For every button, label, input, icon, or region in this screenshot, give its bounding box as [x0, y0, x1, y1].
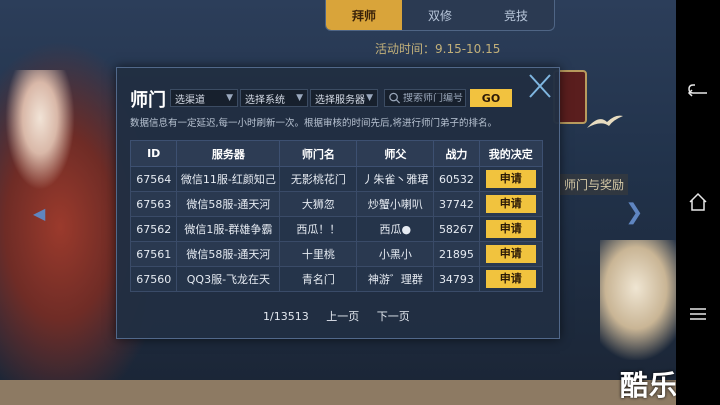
cell-sect-name: 青名门	[279, 266, 358, 292]
column-header-sect-name: 师门名	[279, 140, 358, 167]
sect-rewards-label[interactable]: 师门与奖励	[560, 174, 629, 195]
back-button[interactable]	[676, 70, 720, 110]
pagination: 1/13513 上一页 下一页	[263, 308, 424, 324]
sect-search-input[interactable]	[401, 92, 465, 104]
cell-sect-name: 大狮忽	[279, 191, 358, 217]
cell-id: 67561	[129, 241, 178, 267]
channel-select[interactable]: 选渠道 ▼	[170, 89, 238, 107]
cell-action: 申请	[478, 266, 544, 292]
server-select-value: 选择服务器	[315, 94, 365, 106]
column-header-master: 师父	[356, 140, 435, 167]
sect-table: ID 服务器 师门名 师父 战力 我的决定 67564 微信11服-红颜知己 无…	[129, 140, 544, 292]
back-icon	[687, 84, 707, 97]
table-header-row: ID 服务器 师门名 师父 战力 我的决定	[129, 140, 544, 167]
cell-server: 微信58服-通天河	[176, 191, 281, 217]
android-nav-bar	[676, 0, 720, 405]
cell-action: 申请	[478, 191, 544, 217]
column-header-power: 战力	[433, 140, 480, 167]
cell-sect-name: 十里桃	[279, 241, 358, 267]
cell-power: 60532	[433, 166, 480, 192]
cell-action: 申请	[478, 166, 544, 192]
cell-master: 炒蟹小喇叭	[356, 191, 435, 217]
cell-power: 58267	[433, 216, 480, 242]
cell-master: 西瓜●	[356, 216, 435, 242]
cell-power: 21895	[433, 241, 480, 267]
cell-id: 67560	[129, 266, 178, 292]
system-select[interactable]: 选择系统 ▼	[240, 89, 308, 107]
cell-action: 申请	[478, 216, 544, 242]
cell-master: 丿朱雀丶雅珺	[356, 166, 435, 192]
chevron-left-icon[interactable]: ◀	[33, 204, 45, 223]
go-button[interactable]: GO	[470, 89, 512, 107]
bottom-strip	[0, 380, 676, 405]
table-row: 67563 微信58服-通天河 大狮忽 炒蟹小喇叭 37742 申请	[129, 191, 544, 217]
cell-power: 37742	[433, 191, 480, 217]
apply-button[interactable]: 申请	[485, 170, 536, 188]
channel-select-value: 选渠道	[175, 94, 205, 106]
server-select[interactable]: 选择服务器 ▼	[310, 89, 378, 107]
next-page-button[interactable]: 下一页	[377, 310, 410, 323]
caret-down-icon: ▼	[296, 93, 303, 103]
character-illustration-right	[600, 240, 676, 360]
activity-time: 活动时间：9.15-10.15	[375, 42, 501, 56]
apply-button[interactable]: 申请	[485, 195, 536, 213]
game-background: 拜师 双修 竞技 活动时间：9.15-10.15 师门与奖励 ◀ ❯ 师门 选渠…	[0, 0, 676, 380]
cell-action: 申请	[478, 241, 544, 267]
column-header-id: ID	[129, 140, 178, 167]
cell-master: 小黑小	[356, 241, 435, 267]
menu-button[interactable]	[676, 294, 720, 334]
cell-server: 微信11服-红颜知己	[176, 166, 281, 192]
character-illustration-left	[5, 70, 75, 190]
prev-page-button[interactable]: 上一页	[326, 310, 359, 323]
cell-sect-name: 西瓜！！	[279, 216, 358, 242]
cell-id: 67562	[129, 216, 178, 242]
caret-down-icon: ▼	[366, 93, 373, 103]
apply-button[interactable]: 申请	[485, 270, 536, 288]
close-icon[interactable]	[522, 71, 556, 101]
caret-down-icon: ▼	[226, 93, 233, 103]
cell-id: 67564	[129, 166, 178, 192]
table-row: 67560 QQ3服-飞龙在天 青名门 神游゛理群 34793 申请	[129, 266, 544, 292]
refresh-notice: 数据信息有一定延迟,每一小时刷新一次。根据审核的时间先后,将进行师门弟子的排名。	[130, 118, 498, 129]
apply-button[interactable]: 申请	[485, 245, 536, 263]
tab-arena[interactable]: 竞技	[478, 0, 554, 30]
column-header-decision: 我的决定	[478, 140, 544, 167]
menu-icon	[690, 308, 706, 320]
table-row: 67564 微信11服-红颜知己 无影桃花门 丿朱雀丶雅珺 60532 申请	[129, 166, 544, 192]
table-row: 67561 微信58服-通天河 十里桃 小黑小 21895 申请	[129, 241, 544, 267]
chevron-right-icon[interactable]: ❯	[625, 200, 643, 225]
table-row: 67562 微信1服-群雄争霸 西瓜！！ 西瓜● 58267 申请	[129, 216, 544, 242]
tab-dual-cultivation[interactable]: 双修	[402, 0, 478, 30]
cell-server: 微信58服-通天河	[176, 241, 281, 267]
bird-decoration-icon	[587, 115, 623, 128]
cell-power: 34793	[433, 266, 480, 292]
page-indicator: 1/13513	[263, 310, 309, 323]
cell-server: QQ3服-飞龙在天	[176, 266, 281, 292]
column-header-server: 服务器	[176, 140, 281, 167]
sect-search-box	[384, 89, 466, 107]
system-select-value: 选择系统	[245, 94, 285, 106]
tab-apprentice[interactable]: 拜师	[326, 0, 402, 30]
cell-master: 神游゛理群	[356, 266, 435, 292]
home-button[interactable]	[676, 182, 720, 222]
cell-server: 微信1服-群雄争霸	[176, 216, 281, 242]
top-tab-bar: 拜师 双修 竞技	[325, 0, 555, 31]
search-icon	[389, 92, 401, 104]
cell-sect-name: 无影桃花门	[279, 166, 358, 192]
home-icon	[689, 192, 707, 211]
dialog-title: 师门	[130, 90, 166, 111]
apply-button[interactable]: 申请	[485, 220, 536, 238]
cell-id: 67563	[129, 191, 178, 217]
